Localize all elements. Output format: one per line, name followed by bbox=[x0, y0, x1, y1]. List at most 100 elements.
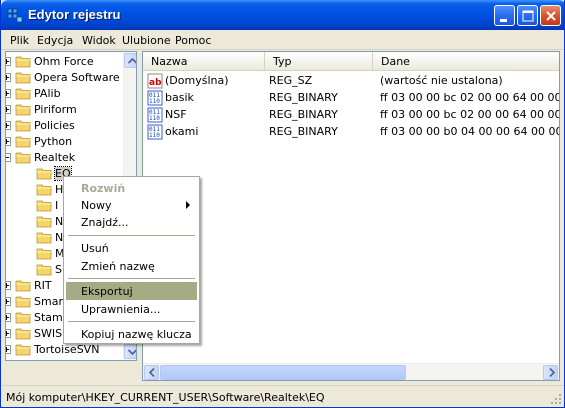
folder-icon bbox=[15, 344, 31, 356]
ctx-find[interactable]: Znajdź... bbox=[66, 213, 197, 231]
folder-icon bbox=[15, 120, 31, 132]
folder-icon bbox=[15, 328, 31, 340]
value-data: ff 03 00 00 bc 02 00 00 64 00 00 00 4 bbox=[380, 108, 559, 121]
list-scroll-right-button[interactable] bbox=[543, 365, 558, 380]
ctx-permissions[interactable]: Uprawnienia... bbox=[66, 300, 197, 318]
svg-text:110: 110 bbox=[149, 132, 160, 139]
menu-help[interactable]: Pomoc bbox=[175, 34, 211, 47]
list-scroll-left-button[interactable] bbox=[144, 365, 159, 380]
maximize-button[interactable] bbox=[517, 5, 538, 26]
binary-value-icon: 011110 bbox=[147, 124, 163, 140]
column-header-name[interactable]: Nazwa bbox=[143, 52, 265, 71]
tree-item-label: TortoiseSVN bbox=[34, 343, 100, 356]
folder-icon bbox=[36, 264, 52, 276]
tree-item[interactable]: Opera Software bbox=[6, 69, 124, 85]
ctx-delete[interactable]: Usuń bbox=[66, 239, 197, 257]
tree-item[interactable]: Realtek bbox=[6, 149, 124, 165]
folder-icon bbox=[15, 88, 31, 100]
expand-plus-icon[interactable] bbox=[6, 121, 11, 130]
tree-item[interactable]: Policies bbox=[6, 117, 124, 133]
tree-item-label: SWIS bbox=[34, 327, 63, 340]
ctx-rename[interactable]: Zmień nazwę bbox=[66, 257, 197, 275]
submenu-arrow-icon bbox=[186, 201, 190, 209]
expand-plus-icon[interactable] bbox=[6, 313, 11, 322]
folder-icon bbox=[15, 312, 31, 324]
expand-plus-icon[interactable] bbox=[6, 105, 11, 114]
minimize-button[interactable] bbox=[494, 5, 515, 26]
menu-favorites[interactable]: Ulubione bbox=[122, 34, 171, 47]
tree-item-label: Opera Software bbox=[34, 71, 120, 84]
ctx-copy-key-name[interactable]: Kopiuj nazwę klucza bbox=[66, 325, 197, 343]
column-header-type[interactable]: Typ bbox=[265, 52, 373, 71]
value-row[interactable]: 011 110 okami REG_BINARY ff 03 00 00 b0 04 0… bbox=[143, 123, 559, 140]
folder-icon bbox=[36, 200, 52, 212]
minimize-icon bbox=[500, 19, 507, 22]
folder-icon bbox=[36, 232, 52, 244]
folder-icon bbox=[15, 104, 31, 116]
resize-grip-icon[interactable] bbox=[550, 393, 562, 405]
ctx-separator bbox=[68, 321, 195, 322]
menu-bar: Plik Edycja Widok Ulubione Pomoc bbox=[2, 30, 564, 50]
expand-plus-icon[interactable] bbox=[6, 89, 11, 98]
ctx-expand[interactable]: Rozwiń bbox=[66, 179, 197, 197]
folder-icon bbox=[36, 216, 52, 228]
tree-item-label: S bbox=[55, 263, 62, 276]
svg-text:ab: ab bbox=[149, 78, 162, 88]
expand-plus-icon[interactable] bbox=[6, 297, 11, 306]
expand-plus-icon[interactable] bbox=[6, 329, 11, 338]
tree-item[interactable]: Piriform bbox=[6, 101, 124, 117]
list-horizontal-scrollbar[interactable] bbox=[143, 363, 559, 380]
value-name: (Domyślna) bbox=[165, 74, 229, 87]
value-row[interactable]: 011 110 basik REG_BINARY ff 03 00 00 bc 02 0… bbox=[143, 89, 559, 106]
ctx-separator bbox=[68, 278, 195, 279]
expand-plus-icon[interactable] bbox=[6, 281, 11, 290]
maximize-icon bbox=[522, 10, 534, 22]
context-menu: Rozwiń Nowy Znajdź... Usuń Zmień nazwę E… bbox=[63, 176, 200, 344]
value-data: ff 03 00 00 bc 02 00 00 64 00 00 00 a bbox=[380, 91, 559, 104]
value-name: basik bbox=[165, 91, 194, 104]
folder-icon bbox=[15, 136, 31, 148]
tree-item[interactable]: Python bbox=[6, 133, 124, 149]
ctx-new[interactable]: Nowy bbox=[66, 196, 197, 214]
expand-plus-icon[interactable] bbox=[6, 57, 11, 66]
tree-item-label: Piriform bbox=[34, 103, 77, 116]
folder-icon bbox=[15, 296, 31, 308]
binary-value-icon: 011110 bbox=[147, 90, 163, 106]
ctx-new-label: Nowy bbox=[81, 199, 112, 212]
ctx-export[interactable]: Eksportuj bbox=[66, 282, 197, 300]
values-list-pane: Nazwa Typ Dane ab (Domyślna) REG_SZ (wartoś… bbox=[142, 51, 560, 381]
menu-file[interactable]: Plik bbox=[10, 34, 29, 47]
folder-icon bbox=[36, 168, 52, 180]
tree-item-label: I bbox=[55, 199, 59, 212]
registry-editor-window: Edytor rejestru Plik Edycja Widok Ulubio… bbox=[0, 0, 565, 408]
svg-text:110: 110 bbox=[149, 115, 160, 122]
tree-item-label: N bbox=[55, 215, 64, 228]
collapse-minus-icon[interactable] bbox=[6, 153, 11, 162]
expand-plus-icon[interactable] bbox=[6, 137, 11, 146]
tree-item-label: Policies bbox=[34, 119, 75, 132]
tree-item[interactable]: PAlib bbox=[6, 85, 124, 101]
tree-scroll-down-button[interactable] bbox=[124, 344, 136, 359]
status-path: Mój komputer\HKEY_CURRENT_USER\Software\… bbox=[6, 391, 325, 404]
menu-view[interactable]: Widok bbox=[82, 34, 116, 47]
chevron-left-icon bbox=[149, 368, 155, 377]
value-row[interactable]: ab (Domyślna) REG_SZ (wartość nie ustalona) bbox=[143, 72, 559, 89]
chevron-down-icon bbox=[128, 349, 136, 355]
tree-item[interactable]: Ohm Force bbox=[6, 53, 124, 69]
list-scroll-thumb[interactable] bbox=[160, 365, 406, 380]
value-row[interactable]: 011 110 NSF REG_BINARY ff 03 00 00 bc 02 00 … bbox=[143, 106, 559, 123]
tree-scroll-up-button[interactable] bbox=[124, 53, 136, 68]
tree-item-label: N bbox=[55, 231, 64, 244]
tree-item-label: Realtek bbox=[34, 151, 76, 164]
value-data: ff 03 00 00 b0 04 00 00 64 00 00 00 7 bbox=[380, 125, 559, 138]
tree-item-label: Python bbox=[34, 135, 73, 148]
expand-plus-icon[interactable] bbox=[6, 345, 11, 354]
expand-plus-icon[interactable] bbox=[6, 73, 11, 82]
ctx-separator bbox=[68, 235, 195, 236]
close-button[interactable] bbox=[540, 5, 561, 26]
menu-edit[interactable]: Edycja bbox=[37, 34, 73, 47]
value-data: (wartość nie ustalona) bbox=[380, 74, 503, 87]
value-name: okami bbox=[165, 125, 199, 138]
title-bar[interactable]: Edytor rejestru bbox=[1, 0, 564, 30]
column-header-data[interactable]: Dane bbox=[373, 52, 559, 71]
